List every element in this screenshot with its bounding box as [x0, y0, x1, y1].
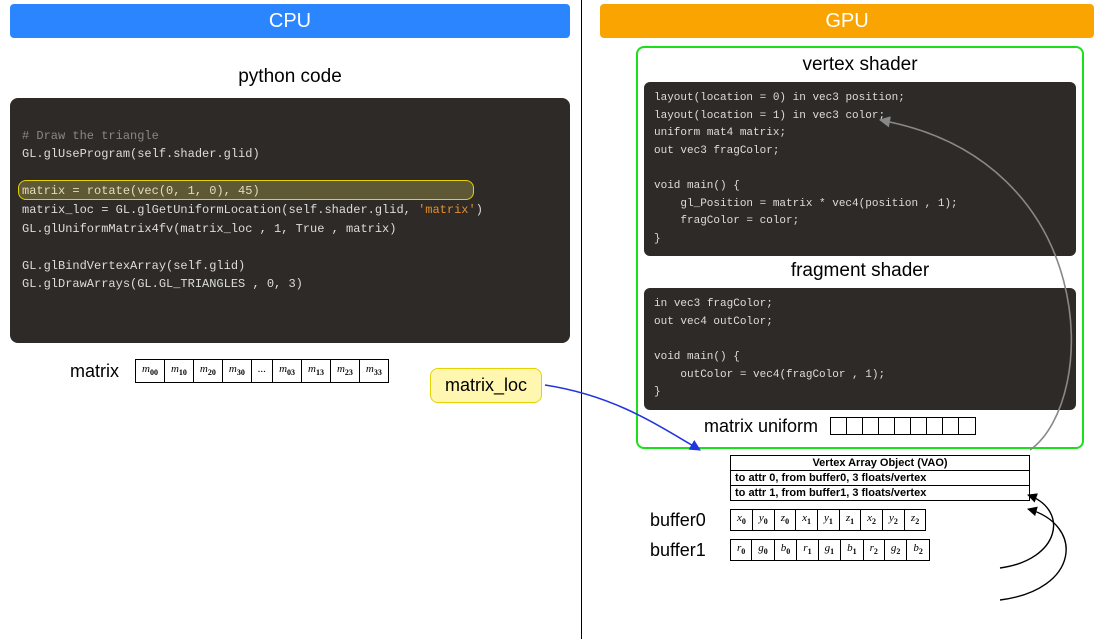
code-line: GL.glUniformMatrix4fv(matrix_loc , 1, Tr…: [22, 222, 396, 236]
code-line: GL.glDrawArrays(GL.GL_TRIANGLES , 0, 3): [22, 277, 303, 291]
fragment-shader-title: fragment shader: [644, 260, 1076, 282]
matrix-label: matrix: [70, 361, 119, 382]
matrix-uniform-cells: [830, 417, 976, 435]
vao-row-1: to attr 1, from buffer1, 3 floats/vertex: [731, 486, 1029, 500]
cpu-column: CPU python code # Draw the triangle GL.g…: [10, 0, 570, 383]
code-line: GL.glUseProgram(self.shader.glid): [22, 147, 260, 161]
fragment-shader-code: in vec3 fragColor; out vec4 outColor; vo…: [644, 288, 1076, 410]
buffer0-cells: x0y0z0x1y1z1x2y2z2: [730, 509, 926, 531]
vao-row-0: to attr 0, from buffer0, 3 floats/vertex: [731, 471, 1029, 486]
code-comment: # Draw the triangle: [22, 129, 159, 143]
code-line-highlighted: matrix_loc = GL.glGetUniformLocation(sel…: [22, 203, 483, 217]
buffer1-cells: r0g0b0r1g1b1r2g2b2: [730, 539, 930, 561]
vao-table: Vertex Array Object (VAO) to attr 0, fro…: [730, 455, 1030, 501]
buffer1-row: buffer1 r0g0b0r1g1b1r2g2b2: [650, 539, 1094, 561]
vao-title: Vertex Array Object (VAO): [731, 456, 1029, 471]
matrix-uniform-label: matrix uniform: [704, 416, 818, 437]
matrix-cells: m00m10m20m30...m03m13m23m33: [135, 359, 389, 383]
buffer0-label: buffer0: [650, 510, 730, 531]
column-divider: [581, 0, 582, 639]
vertex-shader-title: vertex shader: [644, 54, 1076, 76]
matrix-uniform-row: matrix uniform: [644, 416, 1076, 437]
vertex-shader-code: layout(location = 0) in vec3 position; l…: [644, 82, 1076, 256]
gpu-column: GPU vertex shader layout(location = 0) i…: [600, 0, 1094, 561]
cpu-banner: CPU: [10, 4, 570, 38]
buffer1-label: buffer1: [650, 540, 730, 561]
code-line: matrix = rotate(vec(0, 1, 0), 45): [22, 184, 260, 198]
matrix-loc-box: matrix_loc: [430, 368, 542, 403]
gpu-banner: GPU: [600, 4, 1094, 38]
buffer0-row: buffer0 x0y0z0x1y1z1x2y2z2: [650, 509, 1094, 531]
shader-box: vertex shader layout(location = 0) in ve…: [636, 46, 1084, 449]
python-code-title: python code: [10, 66, 570, 88]
code-line: GL.glBindVertexArray(self.glid): [22, 259, 245, 273]
python-code-block: # Draw the triangle GL.glUseProgram(self…: [10, 98, 570, 343]
